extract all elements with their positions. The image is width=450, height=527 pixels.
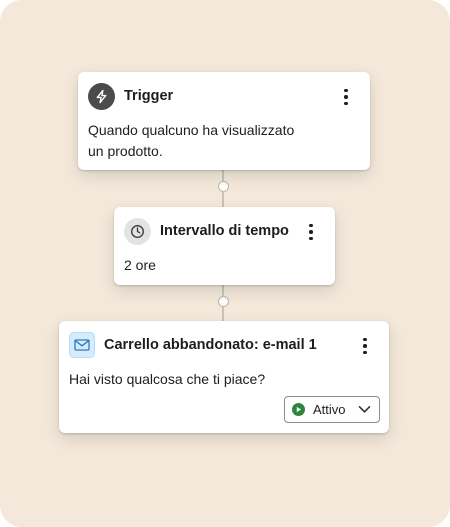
workflow-canvas: Trigger Quando qualcuno ha visualizzato … [0,0,450,527]
kebab-dot [363,344,367,348]
clock-icon [124,217,151,245]
kebab-dot [363,350,367,355]
connector-node[interactable] [217,181,229,192]
more-options-button[interactable] [303,221,319,243]
card-header: Trigger [88,82,173,110]
mail-icon [69,332,95,358]
trigger-card[interactable]: Trigger Quando qualcuno ha visualizzato … [78,72,370,170]
card-description: 2 ore [124,255,156,276]
lightning-icon [88,82,115,110]
card-description: Quando qualcuno ha visualizzato un prodo… [88,120,294,162]
status-label: Attivo [313,402,346,417]
kebab-dot [363,337,367,342]
description-line: Hai visto qualcosa che ti piace? [69,371,266,387]
time-delay-card[interactable]: Intervallo di tempo 2 ore [114,207,335,285]
play-icon [292,403,305,416]
card-description: Hai visto qualcosa che ti piace? [69,369,265,390]
kebab-dot [344,95,348,99]
status-dropdown[interactable]: Attivo [284,396,380,423]
kebab-dot [344,101,348,106]
kebab-dot [309,223,313,228]
card-header: Carrello abbandonato: e-mail 1 [69,331,317,359]
description-line: 2 ore [124,257,156,273]
more-options-button[interactable] [338,86,354,108]
chevron-down-icon [358,406,371,413]
email-card[interactable]: Carrello abbandonato: e-mail 1 Hai visto… [59,321,389,433]
description-line: un prodotto. [88,143,163,159]
card-header: Intervallo di tempo [124,217,289,245]
kebab-dot [344,88,348,93]
kebab-dot [309,230,313,234]
description-line: Quando qualcuno ha visualizzato [88,122,295,138]
card-title: Carrello abbandonato: e-mail 1 [104,337,317,353]
card-title: Trigger [124,88,174,104]
connector-node[interactable] [217,296,229,307]
kebab-dot [309,236,313,241]
card-title: Intervallo di tempo [160,223,289,239]
more-options-button[interactable] [357,335,373,357]
